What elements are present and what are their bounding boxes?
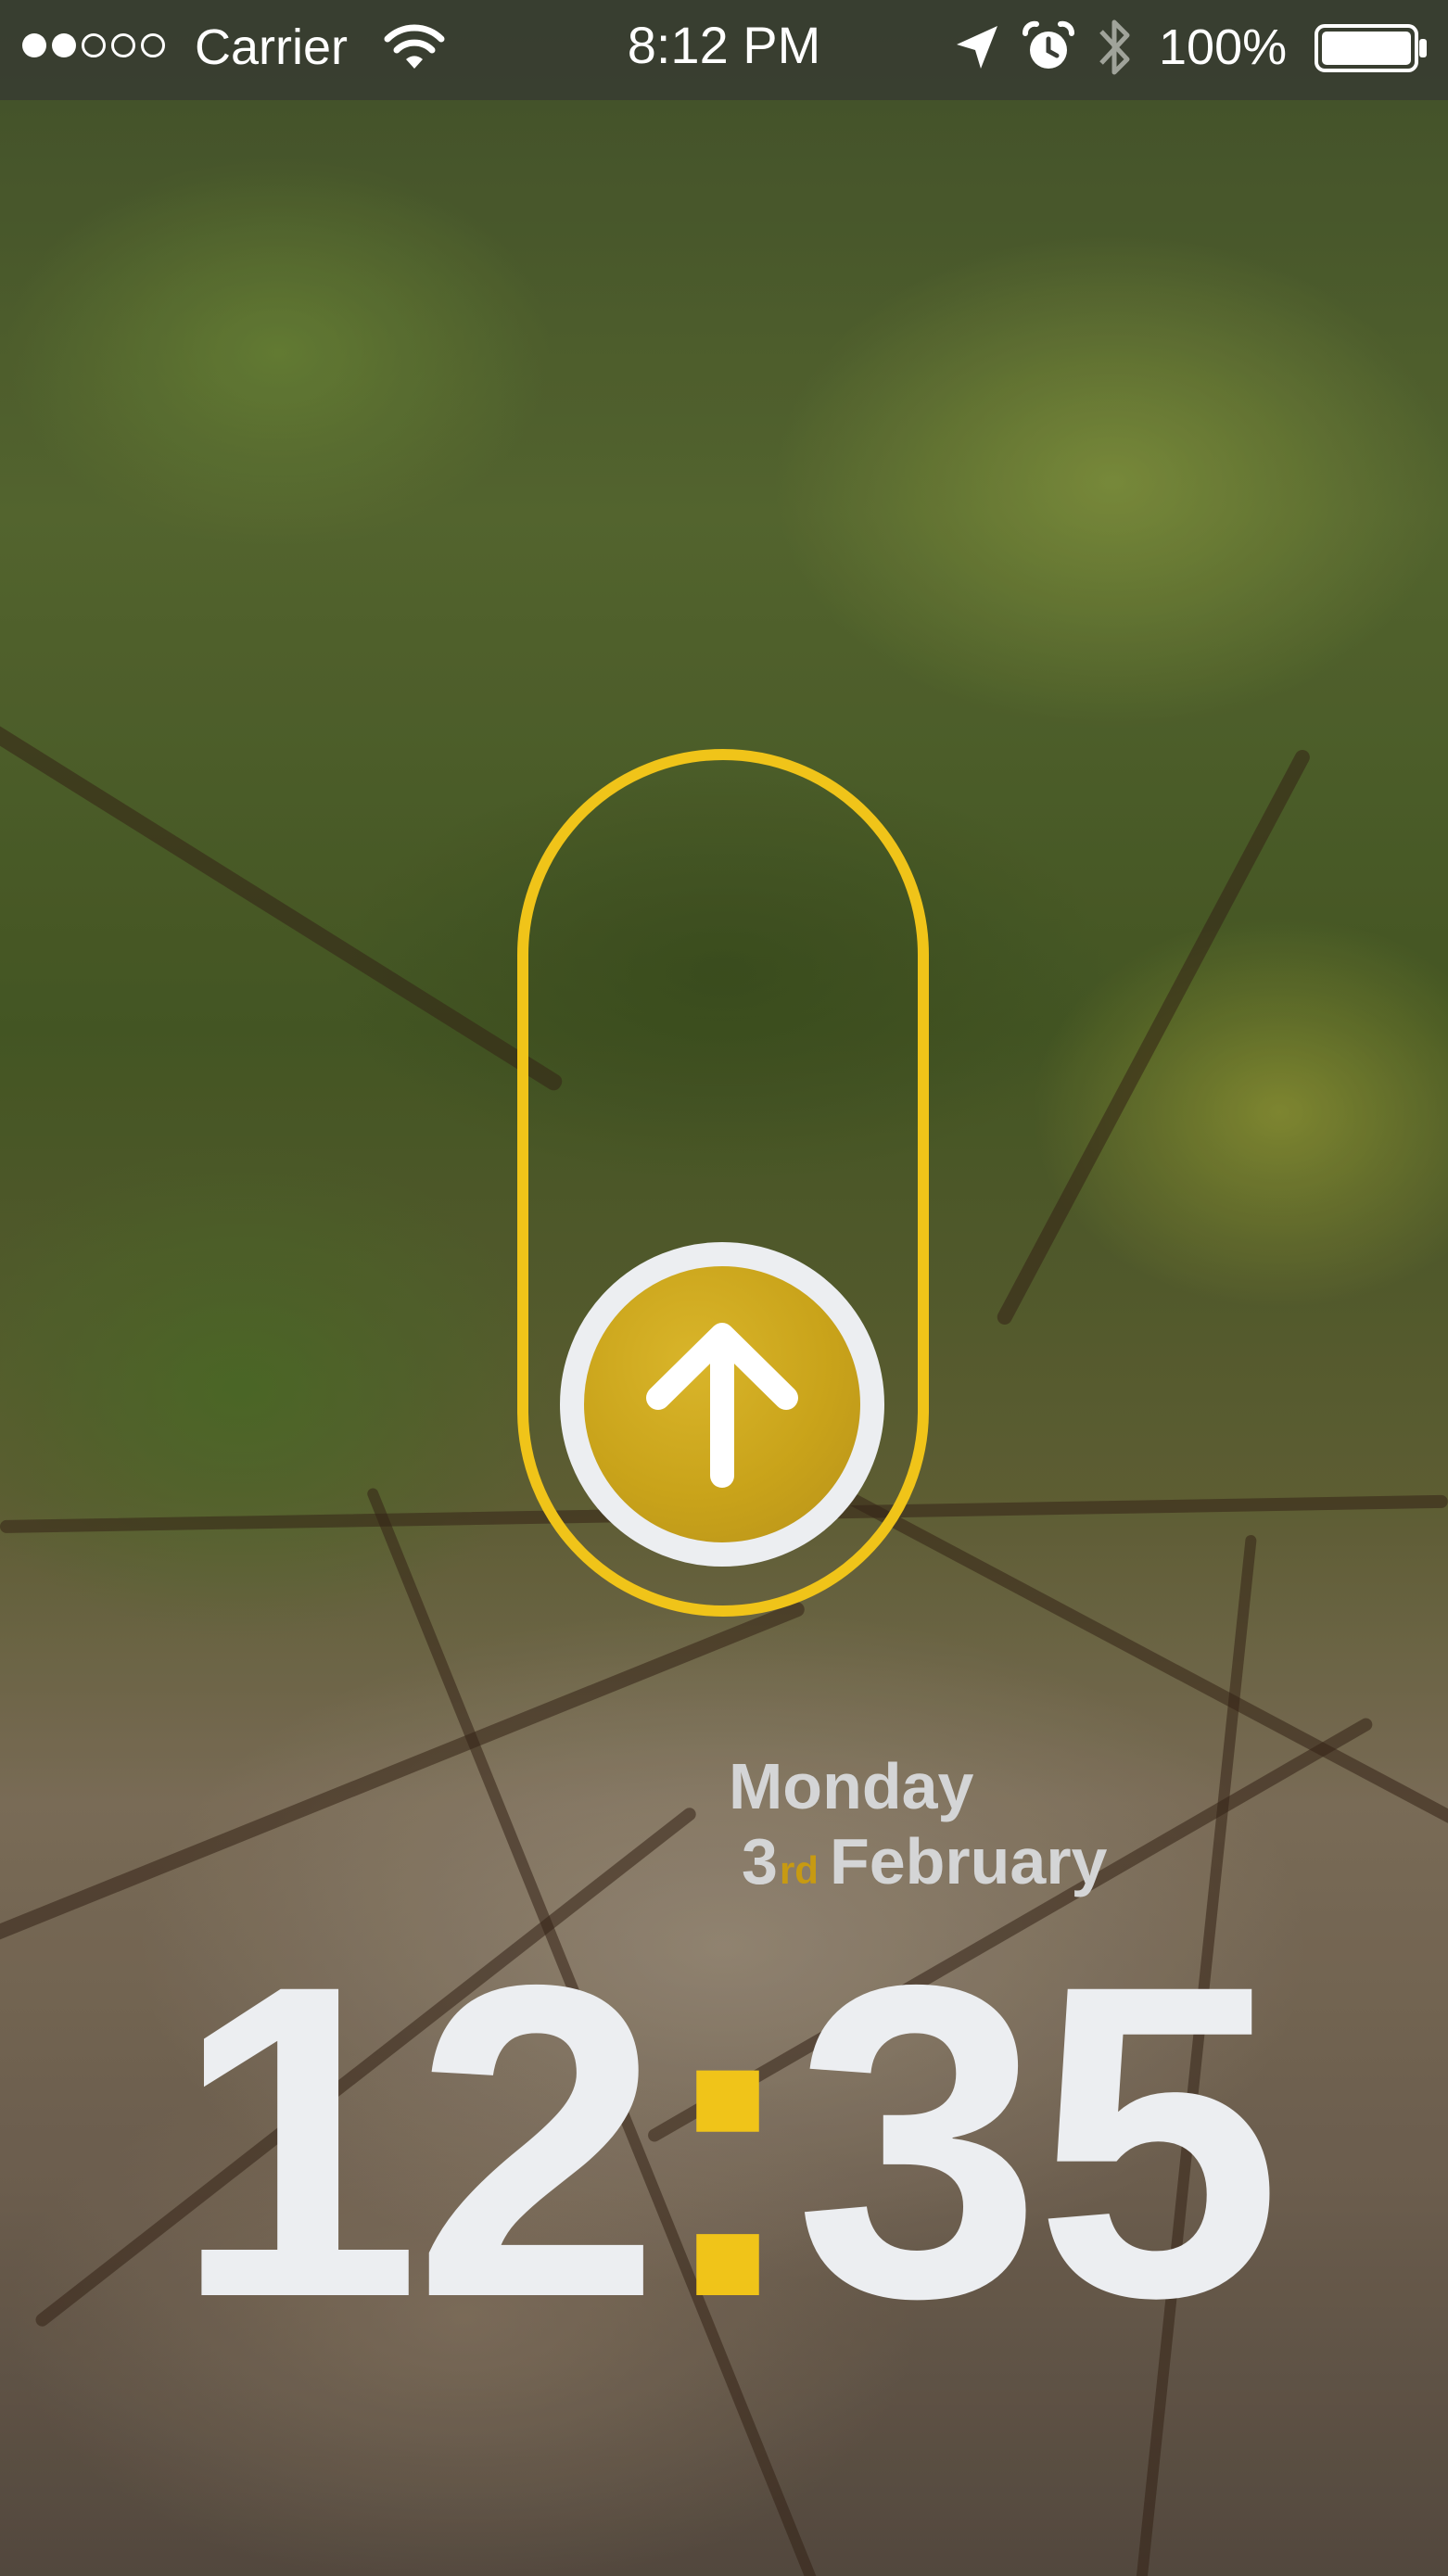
arrow-up-icon [646, 1323, 798, 1488]
status-bar: Carrier 8:12 PM 100% [0, 0, 1448, 100]
lock-screen-clock: 12:35 [0, 1919, 1448, 2364]
bluetooth-icon [1099, 19, 1130, 75]
date-day-suffix: rd [779, 1848, 819, 1892]
battery-icon [1315, 24, 1427, 72]
date-day: 3 [742, 1825, 778, 1897]
date-weekday: Monday [729, 1750, 974, 1822]
unlock-slider-handle[interactable] [560, 1242, 884, 1567]
alarm-icon [1022, 20, 1074, 69]
clock-hours: 12 [173, 1892, 661, 2390]
location-icon [957, 26, 997, 69]
clock-separator: : [654, 1892, 802, 2390]
clock-minutes: 35 [794, 1892, 1282, 2390]
date-month: February [829, 1825, 1108, 1897]
battery-percent: 100% [1159, 19, 1288, 75]
